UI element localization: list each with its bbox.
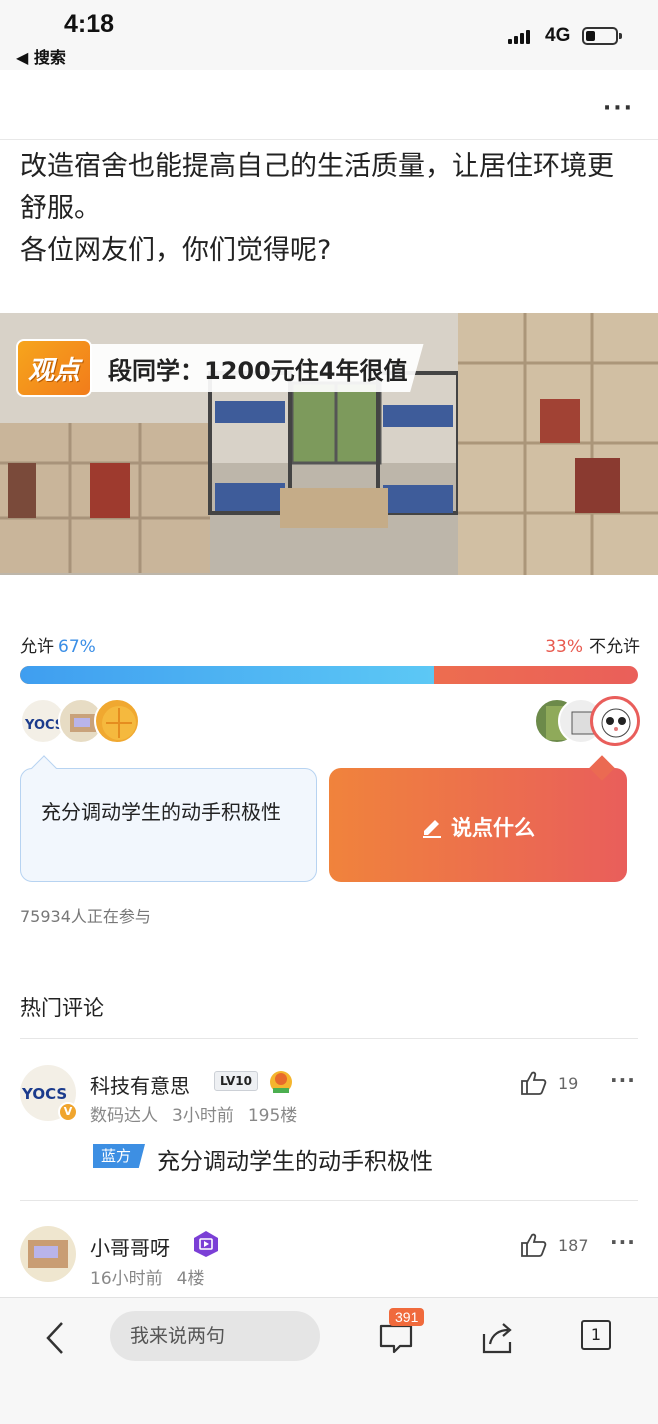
medal-icon [270, 1071, 292, 1093]
hand-photo-icon [28, 1240, 68, 1268]
battery-icon [582, 27, 622, 45]
comment-text: 充分调动学生的动手积极性 [157, 1149, 433, 1175]
vote-disallow: 33% 不允许 [545, 632, 640, 657]
commenter-name[interactable]: 科技有意思 [90, 1070, 190, 1099]
comment-floor: 195楼 [247, 1106, 298, 1126]
thumbs-up-icon [521, 1233, 547, 1257]
allow-option-text: 充分调动学生的动手积极性 [41, 800, 281, 824]
share-icon[interactable] [480, 1320, 516, 1356]
top-nav: ··· [0, 70, 658, 140]
banner-label: 观点 段同学：1200元住4年很值 [16, 339, 424, 397]
vote-allow-label: 允许 [20, 637, 54, 657]
back-arrow-icon[interactable] [42, 1320, 68, 1356]
status-bar: 4:18 ◀ 搜索 4G [0, 0, 658, 70]
comment-more-button[interactable]: ··· [610, 1230, 636, 1254]
voter-avatar [590, 696, 640, 746]
commenter-tag: 数码达人 [90, 1106, 158, 1126]
say-something-label: 说点什么 [451, 816, 535, 840]
comment-count-badge: 391 [389, 1308, 425, 1326]
network-type: 4G [545, 25, 571, 46]
comment-meta: 数码达人 3小时前 195楼 [90, 1101, 311, 1126]
voter-avatar [94, 698, 140, 744]
vote-allow-percent: 67% [58, 637, 96, 657]
fruit-photo-icon [102, 706, 136, 740]
say-something-pointer [589, 755, 615, 781]
signal-icon [508, 28, 530, 44]
comment-time: 16小时前 [90, 1269, 163, 1289]
vote-disallow-percent: 33% [545, 637, 583, 657]
viewpoint-badge-text: 观点 [27, 355, 80, 386]
video-creator-badge-icon [194, 1231, 218, 1257]
back-to-search-link[interactable]: ◀ 搜索 [16, 44, 66, 68]
vote-disallow-label: 不允许 [589, 637, 640, 657]
vote-labels: 允许 67% 33% 不允许 [20, 632, 640, 657]
verified-badge-icon: V [58, 1102, 78, 1122]
question-line: 各位网友们，你们觉得呢? [20, 235, 332, 266]
allow-option-pointer [31, 755, 57, 781]
like-button[interactable]: 19 [520, 1070, 578, 1096]
comment-meta: 16小时前 4楼 [90, 1264, 218, 1289]
say-something-button[interactable]: 说点什么 [329, 755, 627, 882]
viewpoint-badge: 观点 [16, 339, 92, 397]
like-button[interactable]: 187 [520, 1232, 589, 1258]
vote-allow: 允许 67% [20, 632, 96, 657]
panda-photo-icon [601, 708, 631, 738]
comment-floor: 4楼 [176, 1269, 205, 1289]
divider [20, 1200, 638, 1201]
svg-text:YOCS: YOCS [21, 1085, 67, 1103]
stance-tag: 蓝方 [93, 1144, 146, 1168]
like-count: 187 [558, 1235, 589, 1255]
dorm-banner-image: 观点 段同学：1200元住4年很值 [0, 313, 658, 575]
level-badge: LV10 [214, 1071, 258, 1091]
divider [20, 1038, 638, 1039]
commenter-name[interactable]: 小哥哥呀 [90, 1232, 170, 1261]
comment-time: 3小时前 [172, 1106, 234, 1126]
page-count-button[interactable]: 1 [581, 1320, 611, 1350]
bottom-toolbar: 我来说两句 391 1 [0, 1297, 658, 1424]
comment-more-button[interactable]: ··· [610, 1068, 636, 1092]
participants-count: 75934人正在参与 [20, 907, 151, 926]
thumbs-up-icon [521, 1071, 547, 1095]
comment-input[interactable]: 我来说两句 [110, 1311, 320, 1361]
like-count: 19 [558, 1073, 579, 1093]
question-text: 改造宿舍也能提高自己的生活质量，让居住环境更舒服。 各位网友们，你们觉得呢? [20, 146, 640, 272]
vote-allow-fill [20, 666, 435, 684]
status-time: 4:18 [64, 10, 115, 38]
vote-progress-bar [20, 666, 638, 684]
more-options-button[interactable]: ··· [603, 96, 634, 121]
allow-option-card[interactable]: 充分调动学生的动手积极性 [20, 755, 317, 882]
pencil-icon [423, 820, 441, 838]
hot-comments-title: 热门评论 [20, 996, 104, 1020]
commenter-avatar[interactable] [20, 1226, 76, 1282]
question-line: 改造宿舍也能提高自己的生活质量，让居住环境更舒服。 [20, 151, 614, 224]
banner-caption: 段同学：1200元住4年很值 [90, 344, 424, 392]
